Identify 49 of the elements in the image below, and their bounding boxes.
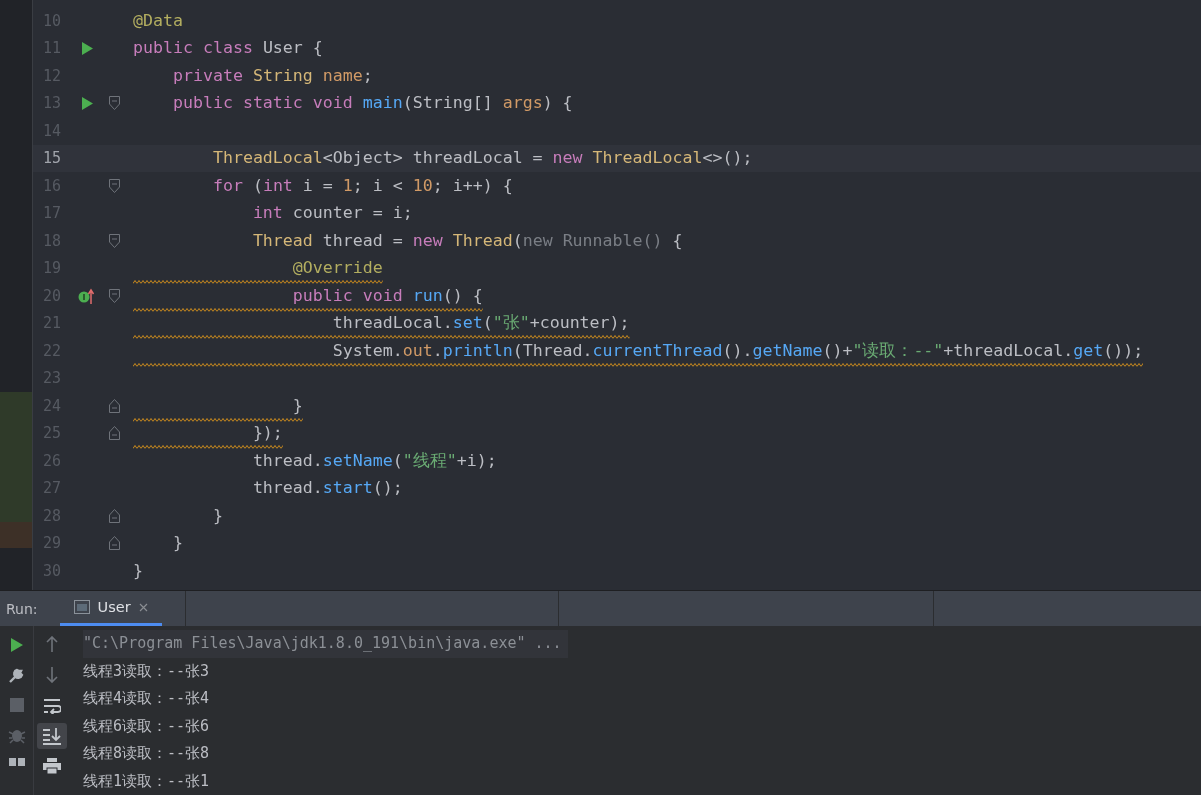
run-icon[interactable]	[10, 638, 23, 652]
code-text: for (int i = 1; i < 10; i++) {	[211, 174, 513, 197]
code-text: });	[251, 422, 283, 445]
code-text: }	[171, 532, 183, 555]
console-line: 线程4读取：--张4	[83, 688, 211, 709]
print-icon[interactable]	[42, 758, 61, 774]
code-text: public class User {	[133, 37, 323, 60]
code-text: public void run() {	[291, 284, 483, 307]
unfold-icon[interactable]	[109, 508, 120, 523]
scroll-to-end-button[interactable]	[36, 723, 67, 749]
run-label: Run:	[6, 600, 38, 617]
unfold-icon[interactable]	[109, 426, 120, 441]
code-text: thread.setName("线程"+i);	[251, 449, 497, 472]
console-icon	[73, 600, 90, 614]
fold-icon[interactable]	[109, 288, 120, 303]
code-text: thread.start();	[251, 477, 403, 500]
code-text: ThreadLocal<Object> threadLocal = new ThreadLocal<>();	[211, 147, 753, 170]
close-icon[interactable]	[138, 602, 148, 612]
unfold-icon[interactable]	[109, 398, 120, 413]
fold-icon[interactable]	[109, 178, 120, 193]
code-text: Thread thread = new Thread(new Runnable() {	[251, 229, 683, 252]
wrench-icon[interactable]	[7, 666, 26, 684]
override-icon[interactable]	[78, 287, 96, 304]
console-line: 线程8读取：--张8	[83, 743, 211, 764]
code-text: @Data	[133, 9, 183, 32]
console-line: 线程6读取：--张6	[83, 715, 211, 737]
code-text: System.out.println(Thread.currentThread().getName()+"读取：--"+threadLocal.get());	[331, 339, 1144, 362]
unfold-icon[interactable]	[109, 536, 120, 551]
run-tab[interactable]: User	[59, 591, 162, 626]
code-text: @Override	[291, 257, 383, 280]
code-text: }	[133, 559, 143, 582]
code-text: int counter = i;	[251, 202, 413, 225]
up-arrow-icon[interactable]	[45, 636, 58, 652]
code-text: private String name;	[171, 64, 373, 87]
layout-icon[interactable]	[8, 758, 25, 766]
fold-icon[interactable]	[109, 233, 120, 248]
code-text: }	[291, 394, 303, 417]
run-icon[interactable]	[81, 96, 93, 110]
stop-icon[interactable]	[9, 698, 24, 712]
code-text: threadLocal.set("张"+counter);	[331, 312, 630, 335]
code-text: }	[211, 504, 223, 527]
soft-wrap-icon[interactable]	[42, 698, 61, 714]
console-line: 线程3读取：--张3	[83, 660, 211, 682]
code-text: public static void main(String[] args) {	[171, 92, 573, 115]
down-arrow-icon[interactable]	[45, 667, 58, 683]
run-icon[interactable]	[81, 41, 93, 55]
line-number: 15	[41, 149, 61, 168]
console-line: 线程1读取：--张1	[83, 770, 211, 792]
fold-icon[interactable]	[109, 96, 120, 111]
